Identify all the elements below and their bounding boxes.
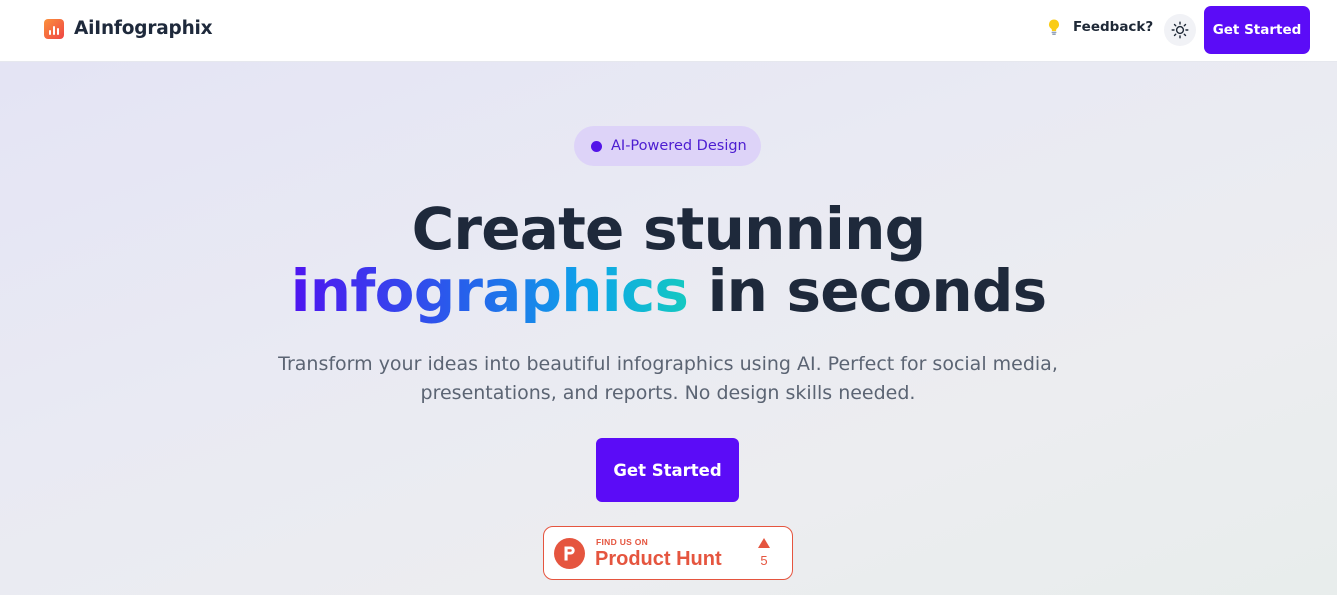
hero-subtitle: Transform your ideas into beautiful info… <box>268 350 1068 407</box>
feedback-button[interactable]: Feedback? <box>1046 18 1153 36</box>
product-hunt-badge[interactable]: FIND US ON Product Hunt 5 <box>543 526 793 580</box>
hero-get-started-button[interactable]: Get Started <box>596 438 739 502</box>
subtitle-line-1: Transform your ideas into beautiful info… <box>278 353 1058 375</box>
brand-name: AiInfographix <box>74 18 213 39</box>
ai-powered-badge: AI-Powered Design <box>574 126 761 166</box>
subtitle-line-2: presentations, and reports. No design sk… <box>420 381 916 404</box>
product-hunt-icon <box>554 538 585 569</box>
headline-rest: in seconds <box>707 257 1048 325</box>
theme-toggle-button[interactable] <box>1164 14 1196 46</box>
top-nav: AiInfographix Feedback? Get Started <box>0 0 1337 62</box>
feedback-label: Feedback? <box>1073 19 1154 35</box>
headline-line-2: infographics in seconds <box>0 260 1337 322</box>
product-hunt-name: Product Hunt <box>595 548 722 570</box>
product-hunt-kicker: FIND US ON <box>596 537 649 547</box>
hero-section: AI-Powered Design Create stunning infogr… <box>0 62 1337 595</box>
hero-headline: Create stunning infographics in seconds <box>0 198 1337 322</box>
bar-chart-icon <box>44 18 64 39</box>
triangle-up-icon <box>758 538 770 548</box>
headline-line-1: Create stunning <box>411 195 927 263</box>
sun-icon <box>1171 21 1189 39</box>
brand-link[interactable]: AiInfographix <box>44 18 213 39</box>
lightbulb-icon <box>1049 19 1059 35</box>
badge-label: AI-Powered Design <box>611 138 747 154</box>
headline-highlight: infographics <box>290 257 689 325</box>
header-get-started-button[interactable]: Get Started <box>1204 6 1310 54</box>
badge-dot <box>591 140 602 152</box>
upvote-count: 5 <box>760 553 768 568</box>
